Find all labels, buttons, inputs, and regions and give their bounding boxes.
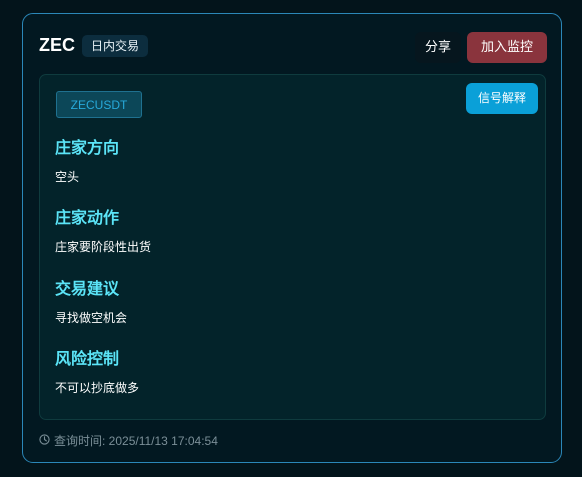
signal-explain-button[interactable]: 信号解释 (466, 83, 538, 114)
query-time-footer: 查询时间: 2025/11/13 17:04:54 (39, 432, 218, 450)
section-risk-control: 风险控制 不可以抄底做多 (55, 348, 139, 397)
signal-panel: ZECUSDT 信号解释 庄家方向 空头 庄家动作 庄家要阶段性出货 交易建议 … (39, 74, 546, 420)
section-value: 寻找做空机会 (55, 311, 128, 325)
share-button[interactable]: 分享 (415, 32, 461, 63)
section-trade-advice: 交易建议 寻找做空机会 (55, 278, 127, 327)
section-dealer-direction: 庄家方向 空头 (55, 137, 119, 186)
section-dealer-action: 庄家动作 庄家要阶段性出货 (55, 207, 151, 256)
signal-card: ZEC 日内交易 分享 加入监控 ZECUSDT 信号解释 庄家方向 空头 庄家… (22, 13, 562, 463)
clock-icon (39, 432, 50, 450)
query-time-text: 查询时间: 2025/11/13 17:04:54 (54, 434, 218, 448)
section-title: 风险控制 (55, 349, 120, 368)
trade-period-badge: 日内交易 (82, 35, 149, 57)
section-title: 庄家方向 (55, 138, 120, 157)
section-title: 交易建议 (55, 279, 120, 298)
section-value: 不可以抄底做多 (55, 381, 140, 395)
coin-symbol: ZEC (39, 35, 75, 55)
card-header: ZEC 日内交易 分享 加入监控 (39, 32, 547, 64)
section-title: 庄家动作 (55, 208, 120, 227)
section-value: 空头 (55, 170, 80, 184)
add-monitor-button[interactable]: 加入监控 (467, 32, 547, 63)
section-value: 庄家要阶段性出货 (55, 240, 152, 254)
trading-pair-tag: ZECUSDT (56, 91, 142, 118)
